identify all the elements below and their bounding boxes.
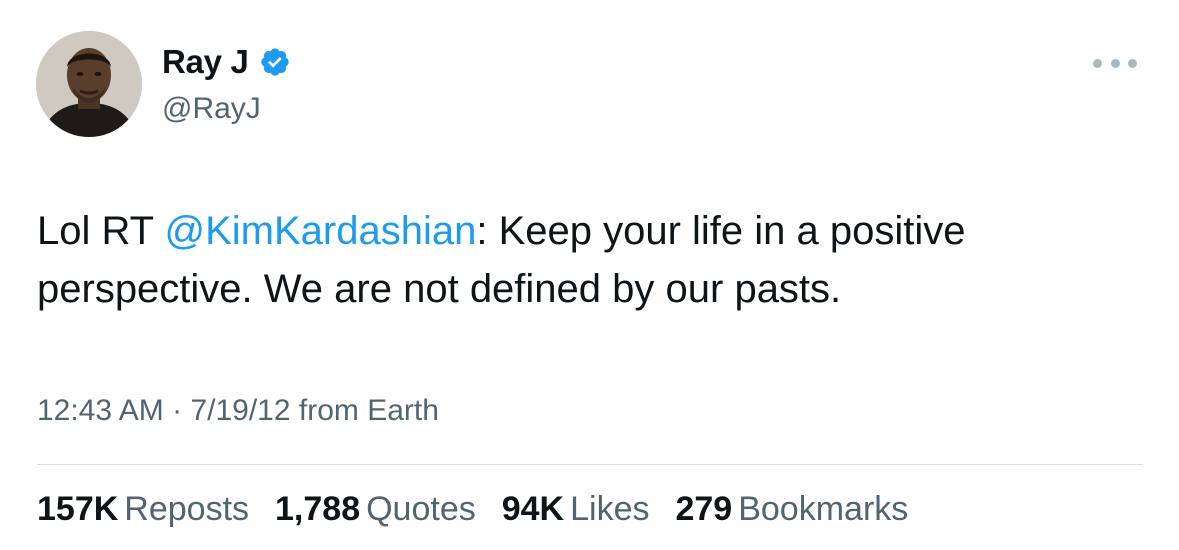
handle[interactable]: @RayJ (162, 92, 291, 126)
mention-link[interactable]: @KimKardashian (164, 209, 476, 253)
divider (37, 464, 1143, 465)
stat-bookmarks[interactable]: 279 Bookmarks (675, 490, 908, 529)
tweet-text-prefix: Lol RT (37, 209, 165, 253)
tweet-date[interactable]: 7/19/12 (190, 394, 290, 427)
more-dot-icon (1128, 58, 1137, 68)
avatar[interactable] (36, 31, 142, 137)
meta-separator: · (163, 394, 191, 427)
more-dot-icon (1093, 58, 1102, 68)
more-dot-icon (1110, 58, 1120, 68)
tweet-time[interactable]: 12:43 AM (37, 394, 164, 427)
stat-label: Bookmarks (738, 490, 909, 528)
tweet-source: from Earth (290, 394, 439, 427)
stat-count: 1,788 (275, 490, 361, 528)
verified-badge-icon (259, 46, 291, 78)
avatar-portrait (36, 31, 142, 137)
name-row: Ray J (162, 40, 291, 84)
more-options-icon[interactable] (1093, 51, 1137, 75)
stat-reposts[interactable]: 157K Reposts (37, 490, 249, 529)
stat-quotes[interactable]: 1,788 Quotes (275, 490, 476, 529)
engagement-stats: 157K Reposts 1,788 Quotes 94K Likes 279 Book… (37, 490, 934, 529)
stat-count: 94K (501, 490, 565, 528)
stat-label: Likes (570, 490, 650, 528)
display-name[interactable]: Ray J (162, 43, 249, 81)
stat-count: 279 (675, 490, 733, 528)
tweet-text: Lol RT @KimKardashian: Keep your life in… (37, 202, 1137, 318)
stat-likes[interactable]: 94K Likes (502, 490, 650, 529)
stat-label: Reposts (124, 490, 250, 528)
stat-count: 157K (37, 490, 119, 528)
tweet-meta: 12:43 AM · 7/19/12 from Earth (37, 394, 439, 428)
tweet-card: Ray J @RayJ Lol RT @KimKardashian: Keep … (0, 0, 1179, 550)
author-block: Ray J @RayJ (162, 40, 291, 126)
stat-label: Quotes (366, 490, 476, 528)
